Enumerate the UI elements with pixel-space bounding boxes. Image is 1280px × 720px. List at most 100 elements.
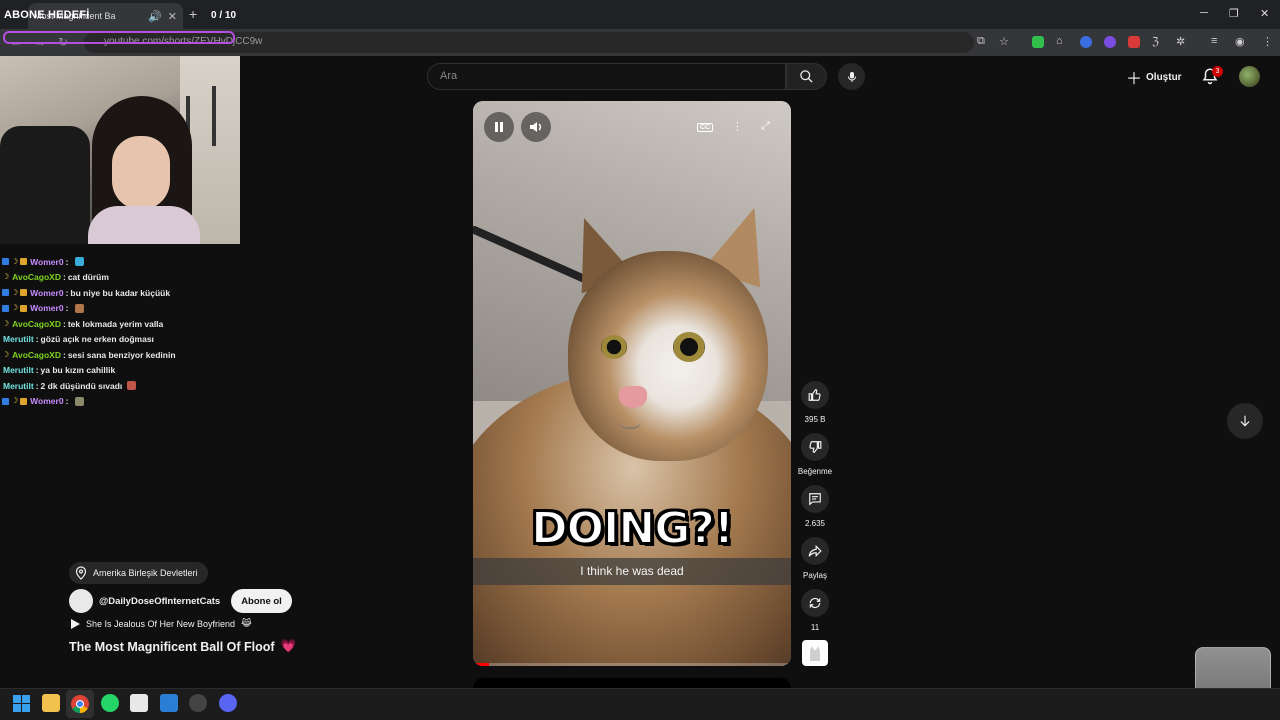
extension-icon[interactable] [1128, 36, 1140, 48]
comments-button[interactable] [801, 485, 829, 513]
gaming-chair [0, 126, 90, 244]
share-label: Paylaş [802, 571, 827, 580]
tab-close-icon[interactable]: ✕ [168, 10, 177, 23]
chat-username[interactable]: AvoCagoXD [12, 350, 61, 360]
moon-badge-icon: ☽ [2, 318, 10, 328]
chat-emote-icon [75, 303, 85, 313]
more-options-icon[interactable]: ⋮ [732, 120, 743, 133]
minimize-icon[interactable]: ─ [1200, 7, 1208, 19]
music-title: She Is Jealous Of Her New Boyfriend [86, 618, 236, 629]
streamer-face [112, 136, 170, 210]
chat-separator: : [62, 349, 66, 360]
chat-separator: : [65, 287, 69, 298]
chat-username[interactable]: Womer0 [30, 257, 63, 267]
extension-icon[interactable] [1104, 36, 1116, 48]
chat-text: cat dürüm [67, 272, 109, 283]
chat-text: 2 dk düşündü sıvadı [40, 380, 123, 391]
window-close-icon[interactable]: ✕ [1260, 7, 1269, 20]
search-placeholder: Ara [440, 70, 458, 82]
discord-icon[interactable] [219, 694, 237, 712]
comment-icon [809, 493, 821, 506]
search-icon [800, 70, 813, 83]
photos-app-icon[interactable] [160, 694, 178, 712]
windows-start-icon[interactable] [13, 695, 30, 712]
extension-icon[interactable] [1032, 36, 1044, 48]
microphone-icon [847, 71, 856, 82]
channel-avatar[interactable] [69, 589, 93, 613]
share-icon [808, 544, 822, 558]
dislike-button[interactable] [801, 433, 829, 461]
profile-icon[interactable]: ◉ [1235, 35, 1245, 48]
moon-badge-icon: ☽ [11, 256, 19, 266]
media-control-icon[interactable]: ≡ [1211, 35, 1217, 47]
subscribe-button[interactable]: Abone ol [231, 589, 292, 613]
chat-username[interactable]: Womer0 [30, 288, 63, 298]
chat-username[interactable]: Merutilt [3, 334, 34, 344]
chat-text: tek lokmada yerim valla [67, 318, 164, 329]
video-title: The Most Magnificent Ball Of Floof 💗 [69, 639, 296, 654]
user-avatar[interactable] [1239, 66, 1260, 87]
obs-studio-icon[interactable] [189, 694, 207, 712]
create-button[interactable]: ＋ Oluştur [1126, 66, 1182, 88]
shorts-video-player[interactable]: CC ⋮ ⤢ DOING?! I think he was dead [473, 101, 791, 666]
share-button[interactable] [801, 537, 829, 565]
music-row[interactable]: She Is Jealous Of Her New Boyfriend 😹 [71, 618, 252, 629]
chrome-icon[interactable] [71, 695, 89, 713]
chat-separator: : [65, 303, 69, 314]
next-video-button[interactable] [1227, 403, 1263, 439]
extension-icon[interactable]: ℨ [1152, 35, 1159, 48]
tab-audio-icon[interactable]: 🔊 [148, 10, 162, 23]
maximize-icon[interactable]: ❐ [1229, 7, 1239, 20]
chat-username[interactable]: AvoCagoXD [12, 319, 61, 329]
video-frame-cat-nose [619, 386, 647, 408]
like-count: 395 B [804, 415, 826, 424]
dislike-action: Beğenme [797, 433, 833, 476]
volume-icon [530, 122, 541, 132]
chat-message: ☽ Womer0 : [0, 254, 240, 270]
chat-username[interactable]: Merutilt [3, 381, 34, 391]
bookmark-star-icon[interactable]: ☆ [999, 35, 1009, 48]
location-chip[interactable]: Amerika Birleşik Devletleri [69, 562, 208, 584]
chat-text: bu niye bu kadar küçüük [70, 287, 171, 298]
chat-username[interactable]: Womer0 [30, 303, 63, 313]
next-short-preview[interactable] [473, 678, 791, 688]
pause-icon [495, 122, 503, 132]
remix-button[interactable] [801, 589, 829, 617]
extension-icon[interactable]: ⌂ [1056, 35, 1063, 47]
like-button[interactable] [801, 381, 829, 409]
whatsapp-icon[interactable] [101, 694, 119, 712]
sound-thumbnail[interactable] [802, 640, 828, 666]
chat-username[interactable]: AvoCagoXD [12, 272, 61, 282]
chat-username[interactable]: Merutilt [3, 365, 34, 375]
volume-button[interactable] [521, 112, 551, 142]
voice-search-button[interactable] [838, 63, 865, 90]
location-pin-icon [75, 566, 87, 580]
share-action: Paylaş [797, 537, 833, 580]
video-progress-fill [473, 663, 489, 666]
chat-message: ☽ AvoCagoXD : tek lokmada yerim valla [0, 316, 240, 332]
chat-message: ☽ Womer0 : [0, 301, 240, 317]
chat-message: ☽ Womer0 : bu niye bu kadar küçüük [0, 285, 240, 301]
comments-action: 2.635 [797, 485, 833, 528]
file-explorer-icon[interactable] [42, 694, 60, 712]
channel-name[interactable]: @DailyDoseOfInternetCats [99, 596, 220, 607]
fullscreen-icon[interactable]: ⤢ [761, 120, 770, 133]
door-handle [212, 86, 216, 146]
obs-app-icon[interactable] [130, 694, 148, 712]
subscriber-goal-label: ABONE HEDEFİ [4, 9, 90, 21]
extension-icon[interactable] [1080, 36, 1092, 48]
install-app-icon[interactable]: ⧉ [977, 35, 985, 48]
chat-username[interactable]: Womer0 [30, 396, 63, 406]
pause-button[interactable] [484, 112, 514, 142]
new-tab-icon[interactable]: + [189, 6, 197, 22]
chat-message: ☽ Womer0 : [0, 394, 240, 410]
chat-separator: : [62, 272, 66, 283]
captions-button[interactable]: CC [697, 120, 714, 132]
video-progress-bar[interactable] [473, 663, 791, 666]
subscriber-badge-icon [20, 258, 28, 266]
search-input[interactable]: Ara [427, 63, 786, 90]
browser-menu-icon[interactable]: ⋮ [1262, 35, 1273, 48]
video-frame-cat-eye [673, 332, 705, 362]
search-button[interactable] [786, 63, 827, 90]
extensions-puzzle-icon[interactable]: ✲ [1176, 35, 1185, 48]
